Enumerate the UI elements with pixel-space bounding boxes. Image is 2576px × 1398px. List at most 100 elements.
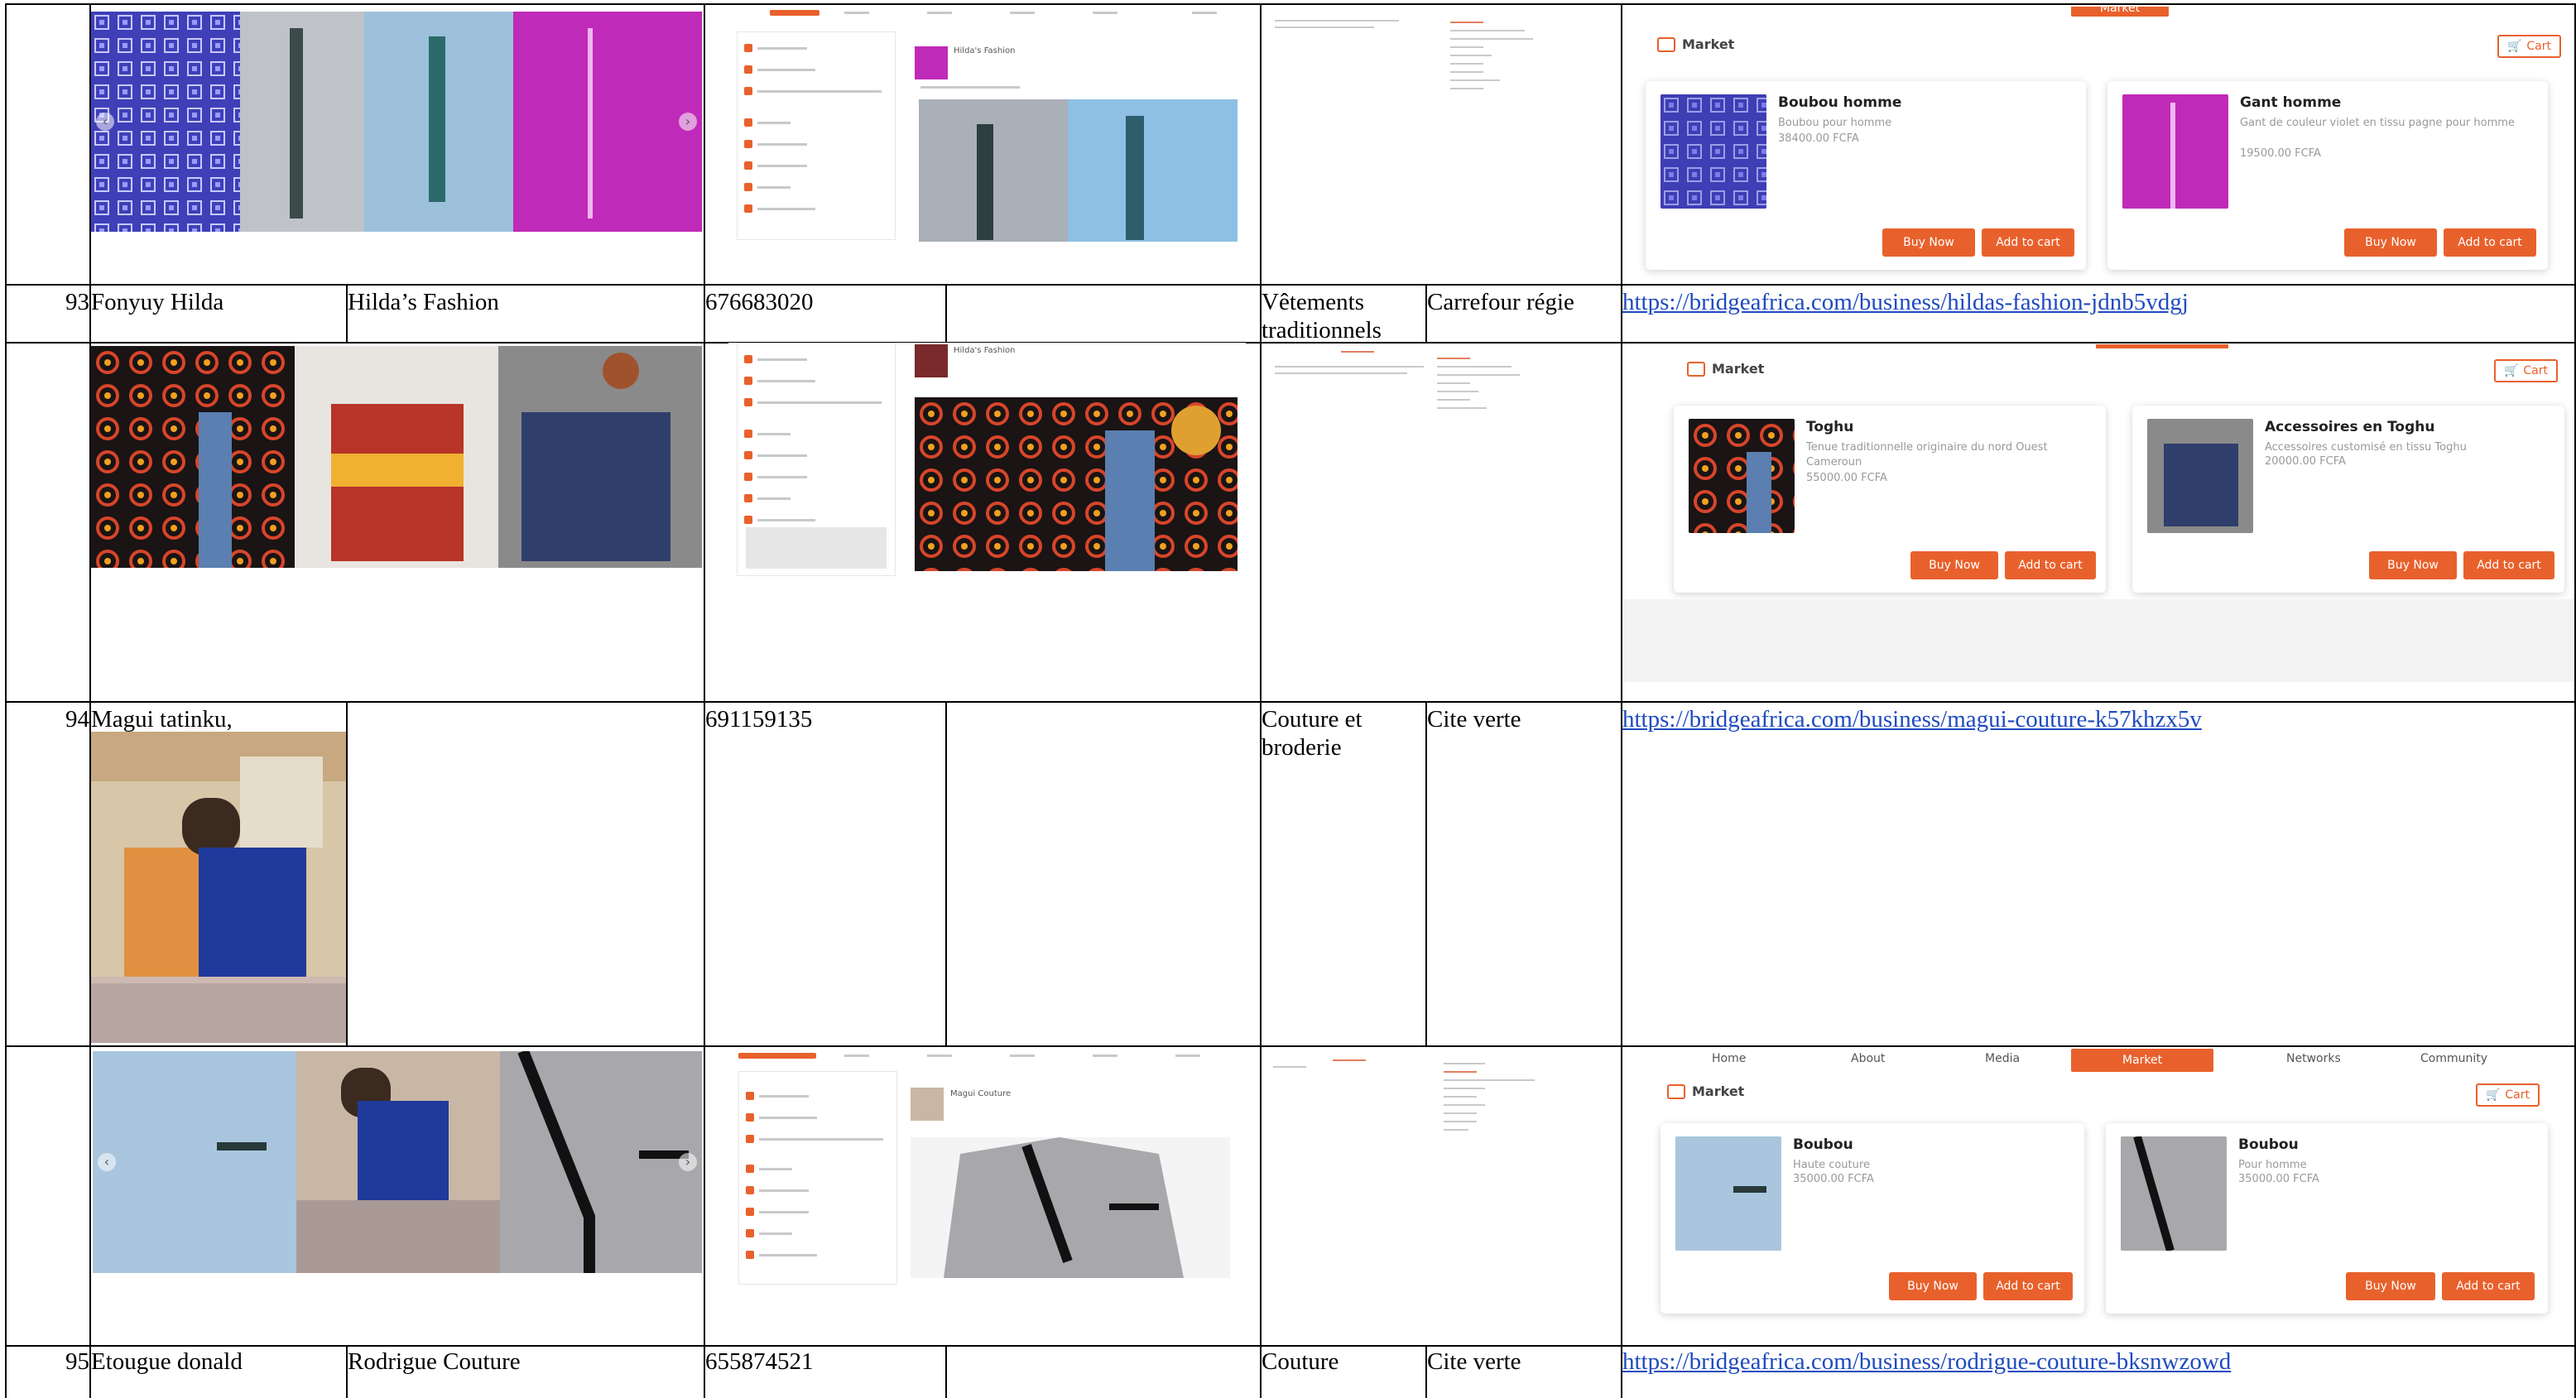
row-number: 94 bbox=[65, 706, 89, 733]
product-price: 35000.00 FCFA bbox=[2238, 1173, 2319, 1185]
market-panel: Market 🛒 Cart Toghu Tenue traditionnelle… bbox=[1624, 344, 2573, 682]
add-to-cart-button[interactable]: Add to cart bbox=[2005, 551, 2096, 579]
listing-text-thumbnail bbox=[1266, 346, 1614, 445]
business-profile-link[interactable]: https://bridgeafrica.com/business/magui-… bbox=[1622, 705, 2202, 733]
nav-tab-home[interactable]: Home bbox=[1712, 1052, 1746, 1065]
row-divider bbox=[5, 3, 2576, 5]
buy-now-button[interactable]: Buy Now bbox=[1882, 228, 1975, 257]
product-thumbnail bbox=[1675, 1136, 1781, 1251]
nav-tab-networks[interactable]: Networks bbox=[2286, 1052, 2341, 1065]
buy-now-button[interactable]: Buy Now bbox=[1889, 1272, 1977, 1300]
market-title: Market bbox=[1692, 1083, 1745, 1099]
product-thumbnail bbox=[2147, 419, 2253, 533]
business-name: Rodrigue Couture bbox=[348, 1348, 521, 1375]
profile-cover-image bbox=[919, 99, 1238, 242]
product-thumbnail bbox=[2122, 94, 2228, 209]
business-location: Carrefour régie bbox=[1427, 289, 1574, 315]
profile-page-thumbnail: Hilda's Fashion bbox=[728, 7, 1246, 243]
product-card: Accessoires en Toghu Accessoires customi… bbox=[2132, 406, 2564, 593]
business-profile-link[interactable]: https://bridgeafrica.com/business/rodrig… bbox=[1622, 1348, 2231, 1376]
product-card: Boubou Haute couture 35000.00 FCFA Buy N… bbox=[1660, 1123, 2084, 1314]
toghu-photos-image bbox=[91, 346, 702, 568]
profile-cover-image bbox=[915, 397, 1238, 571]
cart-button[interactable]: 🛒 Cart bbox=[2493, 359, 2558, 382]
owner-photo bbox=[91, 732, 346, 1043]
nav-tab-market[interactable]: Market bbox=[2071, 7, 2169, 17]
business-category: Vêtements traditionnels bbox=[1262, 289, 1382, 343]
row-number: 93 bbox=[65, 289, 89, 315]
mini-profile-name: Hilda's Fashion bbox=[954, 346, 1016, 355]
cart-icon: 🛒 bbox=[2485, 1088, 2501, 1102]
carousel-next-icon[interactable]: › bbox=[679, 1153, 697, 1171]
tailor-at-work-image bbox=[91, 732, 346, 1043]
product-card: Gant homme Gant de couleur violet en tis… bbox=[2107, 81, 2548, 270]
col-divider bbox=[5, 3, 7, 1398]
market-heading: Market bbox=[1657, 36, 1734, 52]
product-name: Boubou bbox=[1793, 1136, 1853, 1153]
suit-photos-image bbox=[93, 1051, 702, 1273]
product-name: Gant homme bbox=[2240, 94, 2342, 111]
product-price: 38400.00 FCFA bbox=[1778, 132, 1859, 145]
product-description: Accessoires customisé en tissu Toghu bbox=[2265, 441, 2467, 454]
product-name: Toghu bbox=[1806, 419, 1854, 435]
store-icon bbox=[1687, 361, 1705, 377]
add-to-cart-button[interactable]: Add to cart bbox=[2442, 1272, 2535, 1300]
market-heading: Market bbox=[1687, 361, 1764, 377]
product-price: 19500.00 FCFA bbox=[2240, 147, 2321, 160]
product-description: Haute couture bbox=[1793, 1159, 1870, 1171]
business-profile-link[interactable]: https://bridgeafrica.com/business/hildas… bbox=[1622, 288, 2189, 316]
carousel-next-icon[interactable]: › bbox=[679, 113, 697, 131]
product-card: Boubou homme Boubou pour homme 38400.00 … bbox=[1646, 81, 2086, 270]
add-to-cart-button[interactable]: Add to cart bbox=[2463, 551, 2554, 579]
add-to-cart-button[interactable]: Add to cart bbox=[1982, 228, 2074, 257]
cart-button[interactable]: 🛒 Cart bbox=[2475, 1083, 2540, 1107]
add-to-cart-button[interactable]: Add to cart bbox=[1983, 1272, 2073, 1300]
nav-tab-community[interactable]: Community bbox=[2420, 1052, 2487, 1065]
product-thumbnail bbox=[2121, 1136, 2227, 1251]
buy-now-button[interactable]: Buy Now bbox=[1910, 551, 1998, 579]
col-divider bbox=[945, 701, 947, 1045]
mini-profile-name: Hilda's Fashion bbox=[954, 46, 1016, 55]
market-panel: Home About Media Market Networks Communi… bbox=[1624, 1049, 2573, 1343]
product-price: 55000.00 FCFA bbox=[1806, 472, 1887, 484]
business-name: Hilda’s Fashion bbox=[348, 289, 499, 315]
owner-name: Etougue donald bbox=[91, 1348, 243, 1375]
store-icon bbox=[1667, 1083, 1685, 1099]
cart-icon: 🛒 bbox=[2506, 40, 2522, 53]
row-number: 95 bbox=[65, 1348, 89, 1375]
col-divider bbox=[945, 284, 947, 342]
add-to-cart-button[interactable]: Add to cart bbox=[2444, 228, 2536, 257]
nav-tab-market[interactable]: Market bbox=[2071, 1049, 2213, 1072]
business-category: Couture et broderie bbox=[1262, 706, 1362, 761]
product-thumbnail bbox=[1660, 94, 1766, 209]
listing-text-thumbnail bbox=[1266, 1051, 1614, 1175]
business-location: Cite verte bbox=[1427, 1348, 1521, 1375]
product-photo-carousel: ‹ › bbox=[91, 12, 702, 232]
profile-page-thumbnail: Magui Couture bbox=[728, 1051, 1246, 1287]
row-divider bbox=[5, 1345, 2576, 1347]
market-title: Market bbox=[1682, 36, 1735, 52]
col-divider bbox=[346, 701, 348, 1045]
product-name: Accessoires en Toghu bbox=[2265, 419, 2435, 435]
cart-button[interactable]: 🛒 Cart bbox=[2497, 35, 2561, 58]
business-category: Couture bbox=[1262, 1348, 1339, 1375]
buy-now-button[interactable]: Buy Now bbox=[2369, 551, 2457, 579]
nav-tab-media[interactable]: Media bbox=[1985, 1052, 2020, 1065]
product-card: Boubou Pour homme 35000.00 FCFA Buy Now … bbox=[2106, 1123, 2548, 1314]
phone-number: 655874521 bbox=[705, 1348, 814, 1375]
product-price: 20000.00 FCFA bbox=[2265, 455, 2346, 468]
buy-now-button[interactable]: Buy Now bbox=[2346, 1272, 2435, 1300]
carousel-prev-icon[interactable]: ‹ bbox=[98, 1153, 116, 1171]
product-description: Boubou pour homme bbox=[1778, 117, 1892, 129]
buy-now-button[interactable]: Buy Now bbox=[2344, 228, 2437, 257]
cart-label: Cart bbox=[2526, 40, 2551, 53]
phone-number: 676683020 bbox=[705, 289, 814, 315]
product-description: Gant de couleur violet en tissu pagne po… bbox=[2240, 117, 2515, 129]
row-divider bbox=[5, 701, 2576, 703]
mini-profile-name: Magui Couture bbox=[950, 1089, 1012, 1098]
product-description: Tenue traditionnelle originaire du nord … bbox=[1806, 441, 2048, 468]
carousel-prev-icon[interactable]: ‹ bbox=[96, 113, 114, 131]
market-title: Market bbox=[1712, 361, 1765, 377]
nav-tab-about[interactable]: About bbox=[1851, 1052, 1885, 1065]
product-card: Toghu Tenue traditionnelle originaire du… bbox=[1674, 406, 2106, 593]
